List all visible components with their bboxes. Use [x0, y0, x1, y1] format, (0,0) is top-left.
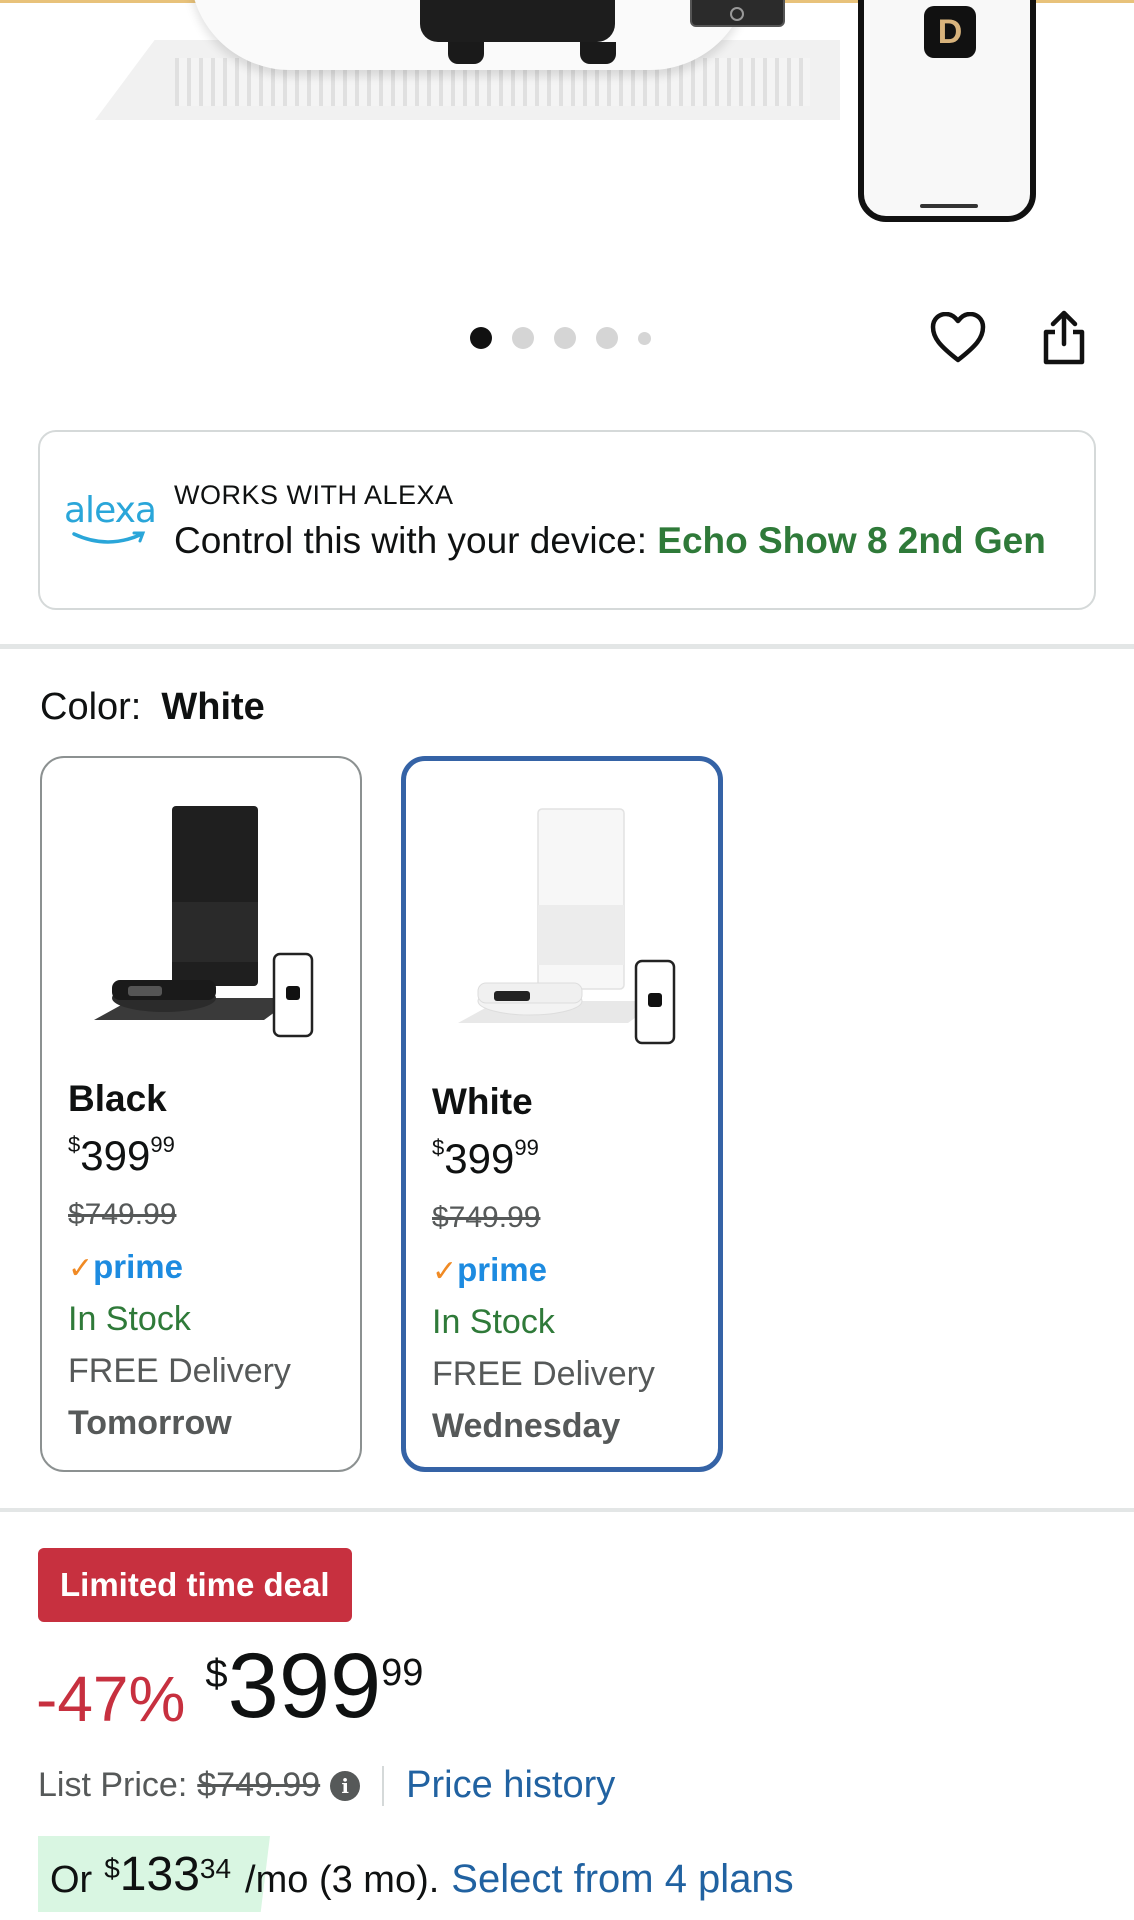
delivery-text: FREE Delivery: [432, 1355, 655, 1393]
info-icon[interactable]: i: [330, 1770, 361, 1801]
list-price-value: $749.99: [197, 1766, 321, 1804]
stock-status: In Stock: [68, 1300, 191, 1338]
prime-check-icon: ✓: [432, 1255, 458, 1288]
color-option-black[interactable]: Black $39999 $749.99 ✓prime In Stock FRE…: [40, 756, 362, 1472]
alexa-device-link[interactable]: Echo Show 8 2nd Gen: [657, 520, 1046, 561]
color-option-list-price: $749.99: [68, 1198, 177, 1231]
alexa-compatibility-card[interactable]: alexa WORKS WITH ALEXA Control this with…: [38, 430, 1096, 610]
price-history-link[interactable]: Price history: [406, 1764, 615, 1807]
gallery-dot-2[interactable]: [512, 327, 534, 349]
gallery-dot-3[interactable]: [554, 327, 576, 349]
list-price-row: List Price: $749.99 i Price history: [38, 1764, 616, 1807]
select-plans-link[interactable]: Select from 4 plans: [451, 1857, 793, 1902]
delivery-day: Wednesday: [432, 1407, 621, 1445]
prime-badge: ✓prime: [432, 1251, 548, 1288]
selected-color: White: [161, 686, 265, 728]
brand-logo: D: [924, 6, 976, 58]
color-option-price: $39999: [432, 1135, 539, 1182]
gallery-dots: [470, 327, 651, 349]
robot-bumper: [420, 0, 785, 42]
phone-image: D: [858, 0, 1036, 222]
color-option-white[interactable]: White $39999 $749.99 ✓prime In Stock FRE…: [401, 756, 723, 1472]
alexa-smile-icon: [72, 531, 146, 544]
deal-price: $399 99: [205, 1635, 424, 1737]
color-option-list-price: $749.99: [432, 1201, 541, 1234]
color-option-price: $39999: [68, 1132, 175, 1179]
prime-check-icon: ✓: [68, 1252, 94, 1285]
share-button[interactable]: [1032, 306, 1096, 370]
black-product-thumbnail: [94, 806, 314, 1038]
stock-status: In Stock: [432, 1303, 555, 1341]
color-option-name: Black: [68, 1078, 167, 1119]
deal-price-row: -47% $399 99: [36, 1640, 423, 1736]
favorite-button[interactable]: [926, 306, 990, 370]
discount-percent: -47%: [36, 1663, 186, 1735]
robot-vacuum-image: [190, 0, 785, 70]
section-divider: [0, 644, 1134, 649]
alexa-kicker: WORKS WITH ALEXA: [174, 480, 454, 510]
section-divider: [0, 1508, 1134, 1512]
gallery-dot-4[interactable]: [596, 327, 618, 349]
alexa-control-text: Control this with your device: Echo Show…: [174, 520, 1046, 561]
gallery-dot-5[interactable]: [638, 331, 651, 345]
color-selector-label: Color: White: [40, 686, 265, 728]
white-product-thumbnail: [458, 808, 676, 1045]
share-icon: [1043, 310, 1085, 365]
gallery-dot-1[interactable]: [470, 327, 492, 349]
installment-plan-row: Or $133 34 /mo (3 mo). Select from 4 plan…: [38, 1836, 794, 1916]
prime-badge: ✓prime: [68, 1248, 184, 1285]
heart-icon: [930, 312, 986, 363]
separator: [382, 1765, 385, 1806]
limited-time-deal-badge: Limited time deal: [38, 1548, 352, 1622]
color-option-name: White: [432, 1081, 533, 1122]
delivery-day: Tomorrow: [68, 1404, 232, 1442]
alexa-logo: alexa: [64, 490, 157, 546]
delivery-text: FREE Delivery: [68, 1352, 291, 1390]
